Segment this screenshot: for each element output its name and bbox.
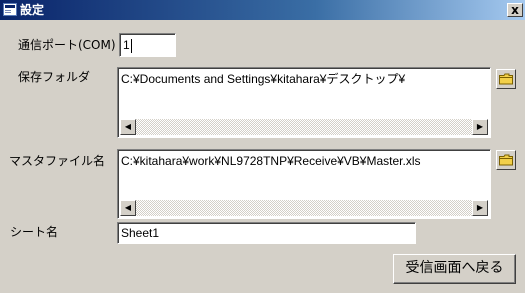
save-folder-label: 保存フォルダ [18,70,91,84]
folder-icon [499,73,513,85]
scroll-right-icon[interactable]: ▶ [472,119,488,135]
back-to-receive-screen-button[interactable]: 受信画面へ戻る [393,254,516,284]
browse-save-folder-button[interactable] [496,69,516,89]
close-button[interactable]: x [507,3,523,17]
window-form-icon [3,3,17,16]
text-caret [130,38,132,53]
master-file-label: マスタファイル名 [9,154,106,168]
sheet-name-label: シート名 [10,225,59,239]
folder-icon [499,154,513,166]
scroll-right-icon[interactable]: ▶ [472,200,488,216]
browse-master-file-button[interactable] [496,150,516,170]
com-port-label: 通信ポート(COM) [18,38,116,52]
save-folder-value: C:¥Documents and Settings¥kitahara¥デスクトッ… [121,72,406,86]
title-bar[interactable]: 設定 x [0,0,525,20]
sheet-name-value: Sheet1 [121,226,160,240]
settings-window: 設定 x 通信ポート(COM) 1 保存フォルダ C:¥Documents an… [0,0,525,293]
master-file-hscrollbar[interactable]: ◀ ▶ [120,200,488,216]
scroll-left-icon[interactable]: ◀ [120,119,136,135]
sheet-name-input[interactable]: Sheet1 [117,222,416,244]
save-folder-hscrollbar[interactable]: ◀ ▶ [120,119,488,135]
save-folder-input[interactable]: C:¥Documents and Settings¥kitahara¥デスクトッ… [117,67,491,138]
window-title: 設定 [20,3,45,17]
com-port-value: 1 [123,38,130,52]
master-file-input[interactable]: C:¥kitahara¥work¥NL9728TNP¥Receive¥VB¥Ma… [117,149,491,219]
com-port-input[interactable]: 1 [119,33,176,57]
scroll-left-icon[interactable]: ◀ [120,200,136,216]
master-file-value: C:¥kitahara¥work¥NL9728TNP¥Receive¥VB¥Ma… [121,154,421,168]
